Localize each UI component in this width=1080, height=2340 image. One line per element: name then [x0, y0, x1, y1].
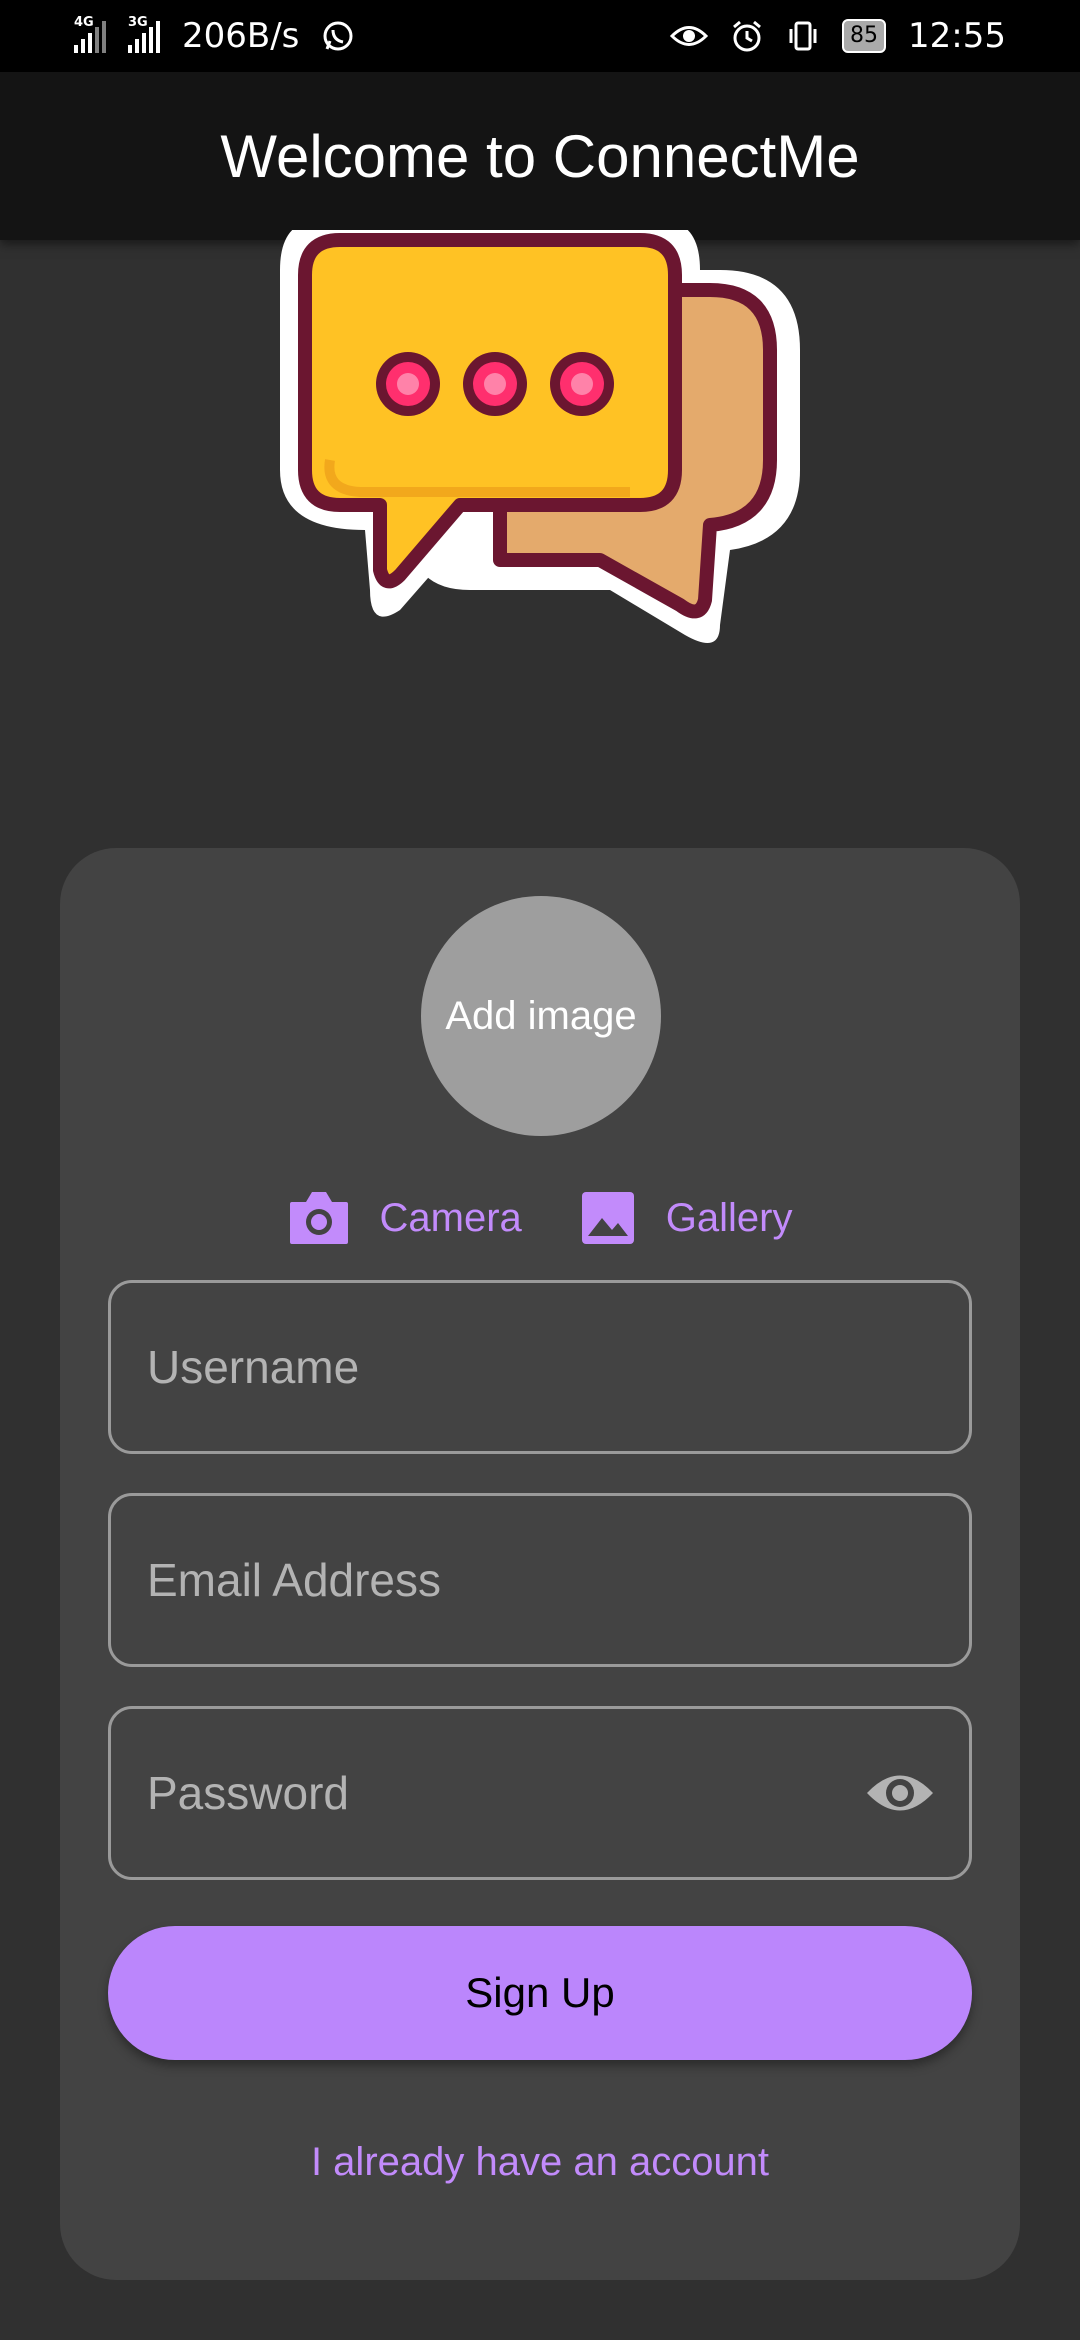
signup-card: Add image Camera Gallery Username Email …	[60, 848, 1020, 2280]
gallery-button[interactable]: Gallery	[580, 1190, 793, 1246]
add-image-avatar[interactable]: Add image	[421, 896, 661, 1136]
gallery-label: Gallery	[665, 1195, 793, 1240]
image-source-row: Camera Gallery	[60, 1178, 1020, 1258]
app-bar: Welcome to ConnectMe	[0, 72, 1080, 240]
vibrate-icon	[789, 21, 817, 51]
login-link[interactable]: I already have an account	[60, 2140, 1020, 2185]
password-field[interactable]	[108, 1706, 972, 1880]
network-type-label: 3G	[128, 15, 148, 30]
email-input[interactable]	[145, 1552, 935, 1608]
eye-comfort-icon	[670, 26, 709, 46]
battery-indicator: 85	[842, 19, 887, 53]
page-title: Welcome to ConnectMe	[220, 122, 860, 190]
visibility-toggle-icon[interactable]	[865, 1768, 935, 1818]
whatsapp-icon	[323, 21, 353, 51]
status-bar: 4G 3G 206B/s 85 12:55	[0, 0, 1080, 72]
clock: 12:55	[908, 16, 1006, 56]
chat-bubbles-logo	[280, 230, 800, 643]
camera-button[interactable]: Camera	[288, 1190, 522, 1246]
add-image-label: Add image	[445, 993, 637, 1038]
network-type-label: 4G	[74, 15, 94, 30]
camera-icon	[289, 1192, 348, 1244]
signal-3g-icon: 3G	[128, 15, 160, 53]
network-speed: 206B/s	[182, 16, 300, 56]
email-field[interactable]	[108, 1493, 972, 1667]
signal-4g-icon: 4G	[74, 15, 106, 53]
alarm-icon	[733, 20, 761, 52]
status-right: 85 12:55	[670, 16, 1006, 56]
username-input[interactable]	[145, 1339, 935, 1395]
camera-label: Camera	[379, 1195, 522, 1240]
username-field[interactable]	[108, 1280, 972, 1454]
password-input[interactable]	[145, 1765, 865, 1821]
gallery-icon	[581, 1192, 634, 1244]
sign-up-button[interactable]: Sign Up	[108, 1926, 972, 2060]
status-left: 4G 3G 206B/s	[74, 15, 355, 56]
